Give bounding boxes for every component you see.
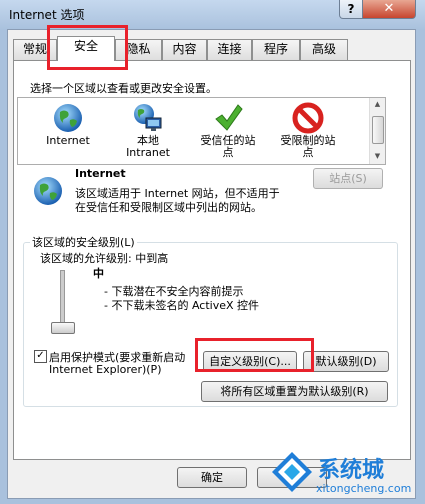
default-level-button[interactable]: 默认级别(D) xyxy=(303,351,389,372)
zone-label: Internet xyxy=(46,134,90,147)
close-button[interactable]: ✕ xyxy=(362,0,416,19)
tab-privacy[interactable]: 隐私 xyxy=(115,39,162,60)
checkmark-icon xyxy=(215,104,243,131)
level-name: 中 xyxy=(93,267,104,280)
title-bar[interactable]: Internet 选项 ? ✕ xyxy=(0,0,425,30)
window-title: Internet 选项 xyxy=(9,8,85,22)
zone-description-line2: 在受信任和受限制区域中列出的网站。 xyxy=(75,201,262,214)
selected-zone-name: Internet xyxy=(75,167,126,180)
security-level-group-label: 该区域的安全级别(L) xyxy=(30,234,137,250)
ok-button[interactable]: 确定 xyxy=(177,467,247,488)
protected-mode-checkbox[interactable]: ✓ xyxy=(34,350,47,363)
watermark: 系统城 xitongcheng.com xyxy=(270,448,425,504)
custom-level-button[interactable]: 自定义级别(C)... xyxy=(203,351,297,372)
zone-internet[interactable]: Internet xyxy=(28,98,108,164)
zone-local-intranet[interactable]: 本地 Intranet xyxy=(108,98,188,164)
zone-label: 受信任的站 点 xyxy=(200,134,256,159)
watermark-url: xitongcheng.com xyxy=(316,482,412,495)
zone-prompt: 选择一个区域以查看或更改安全设置。 xyxy=(30,82,217,95)
level-bullet-2: - 不下载未签名的 ActiveX 控件 xyxy=(104,299,260,312)
zone-list[interactable]: Internet 本地 Intranet 受信任的站 点 受限制的站 点 ▲ ▼ xyxy=(17,97,386,165)
tab-advanced[interactable]: 高级 xyxy=(300,39,348,60)
security-level-slider-thumb[interactable] xyxy=(51,322,75,334)
watermark-brand: 系统城 xyxy=(318,458,385,483)
zone-restricted-sites[interactable]: 受限制的站 点 xyxy=(268,98,348,164)
sites-button[interactable]: 站点(S) xyxy=(313,168,383,189)
scroll-up-icon[interactable]: ▲ xyxy=(370,100,385,108)
protected-mode-label-line2: Internet Explorer)(P) xyxy=(49,363,162,376)
help-button[interactable]: ? xyxy=(339,0,363,19)
scroll-down-icon[interactable]: ▼ xyxy=(370,152,385,160)
globe-icon xyxy=(54,104,82,132)
reset-all-zones-button[interactable]: 将所有区域重置为默认级别(R) xyxy=(201,381,388,402)
allowed-levels-text: 该区域的允许级别: 中到高 xyxy=(40,252,169,265)
zone-label: 受限制的站 点 xyxy=(280,134,336,159)
tab-programs[interactable]: 程序 xyxy=(252,39,300,60)
tab-security[interactable]: 安全 xyxy=(57,36,115,61)
zone-trusted-sites[interactable]: 受信任的站 点 xyxy=(188,98,268,164)
tab-content[interactable]: 内容 xyxy=(162,39,207,60)
internet-options-window: Internet 选项 ? ✕ 常规 安全 隐私 内容 连接 程序 高级 选择一… xyxy=(0,0,425,504)
no-entry-icon xyxy=(292,102,324,134)
tab-general[interactable]: 常规 xyxy=(13,39,57,60)
zone-list-scrollbar[interactable]: ▲ ▼ xyxy=(369,98,385,164)
tab-connections[interactable]: 连接 xyxy=(207,39,252,60)
zone-label: 本地 Intranet xyxy=(126,134,170,159)
intranet-icon xyxy=(134,104,162,131)
scroll-thumb[interactable] xyxy=(372,116,384,144)
selected-zone-globe-icon xyxy=(34,177,62,205)
watermark-logo-icon xyxy=(272,452,312,492)
